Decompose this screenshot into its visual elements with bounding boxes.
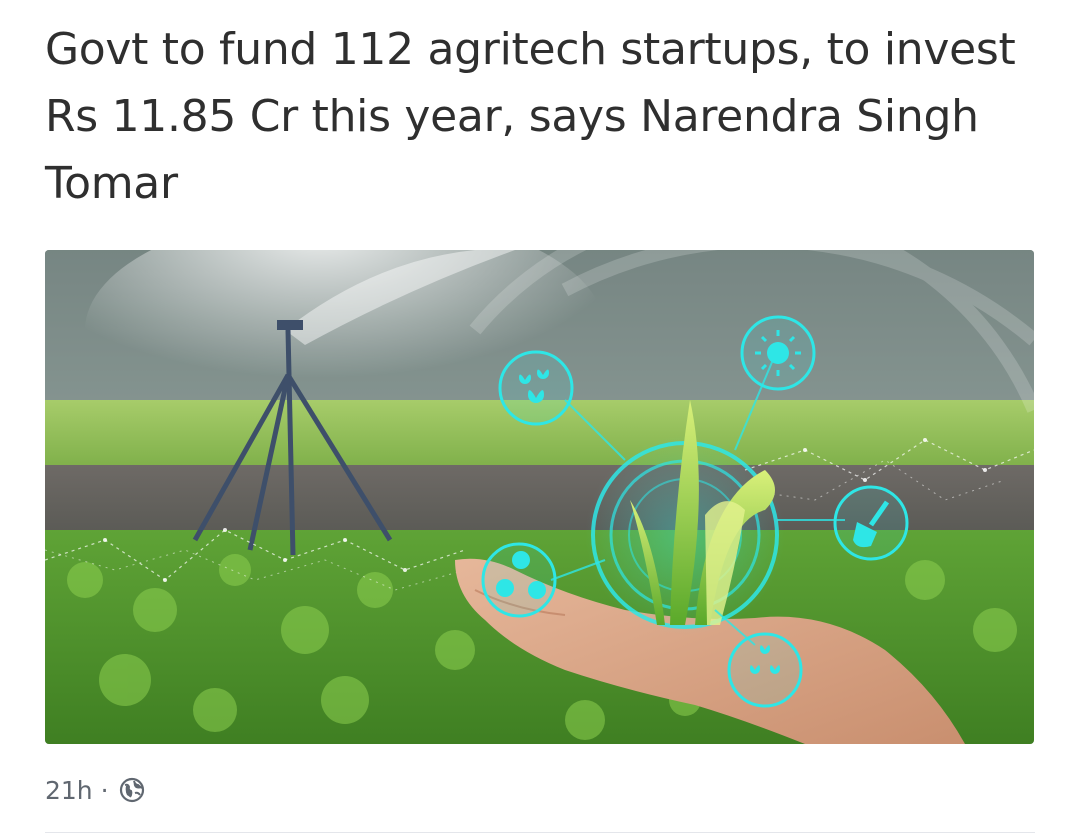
sun-icon: [740, 315, 816, 391]
post-image[interactable]: [45, 250, 1034, 744]
timestamp[interactable]: 21h: [45, 776, 93, 805]
shovel-icon: [833, 485, 909, 561]
globe-icon[interactable]: [119, 777, 145, 803]
droplets-icon: [727, 632, 803, 708]
post-meta: 21h ·: [45, 770, 145, 810]
water-drops-icon: [498, 350, 574, 426]
news-post-card[interactable]: Govt to fund 112 agritech startups, to i…: [0, 0, 1080, 834]
nutrient-icon: [481, 542, 557, 618]
card-divider: [45, 832, 1035, 833]
post-headline[interactable]: Govt to fund 112 agritech startups, to i…: [45, 16, 1045, 217]
meta-separator: ·: [100, 775, 109, 805]
